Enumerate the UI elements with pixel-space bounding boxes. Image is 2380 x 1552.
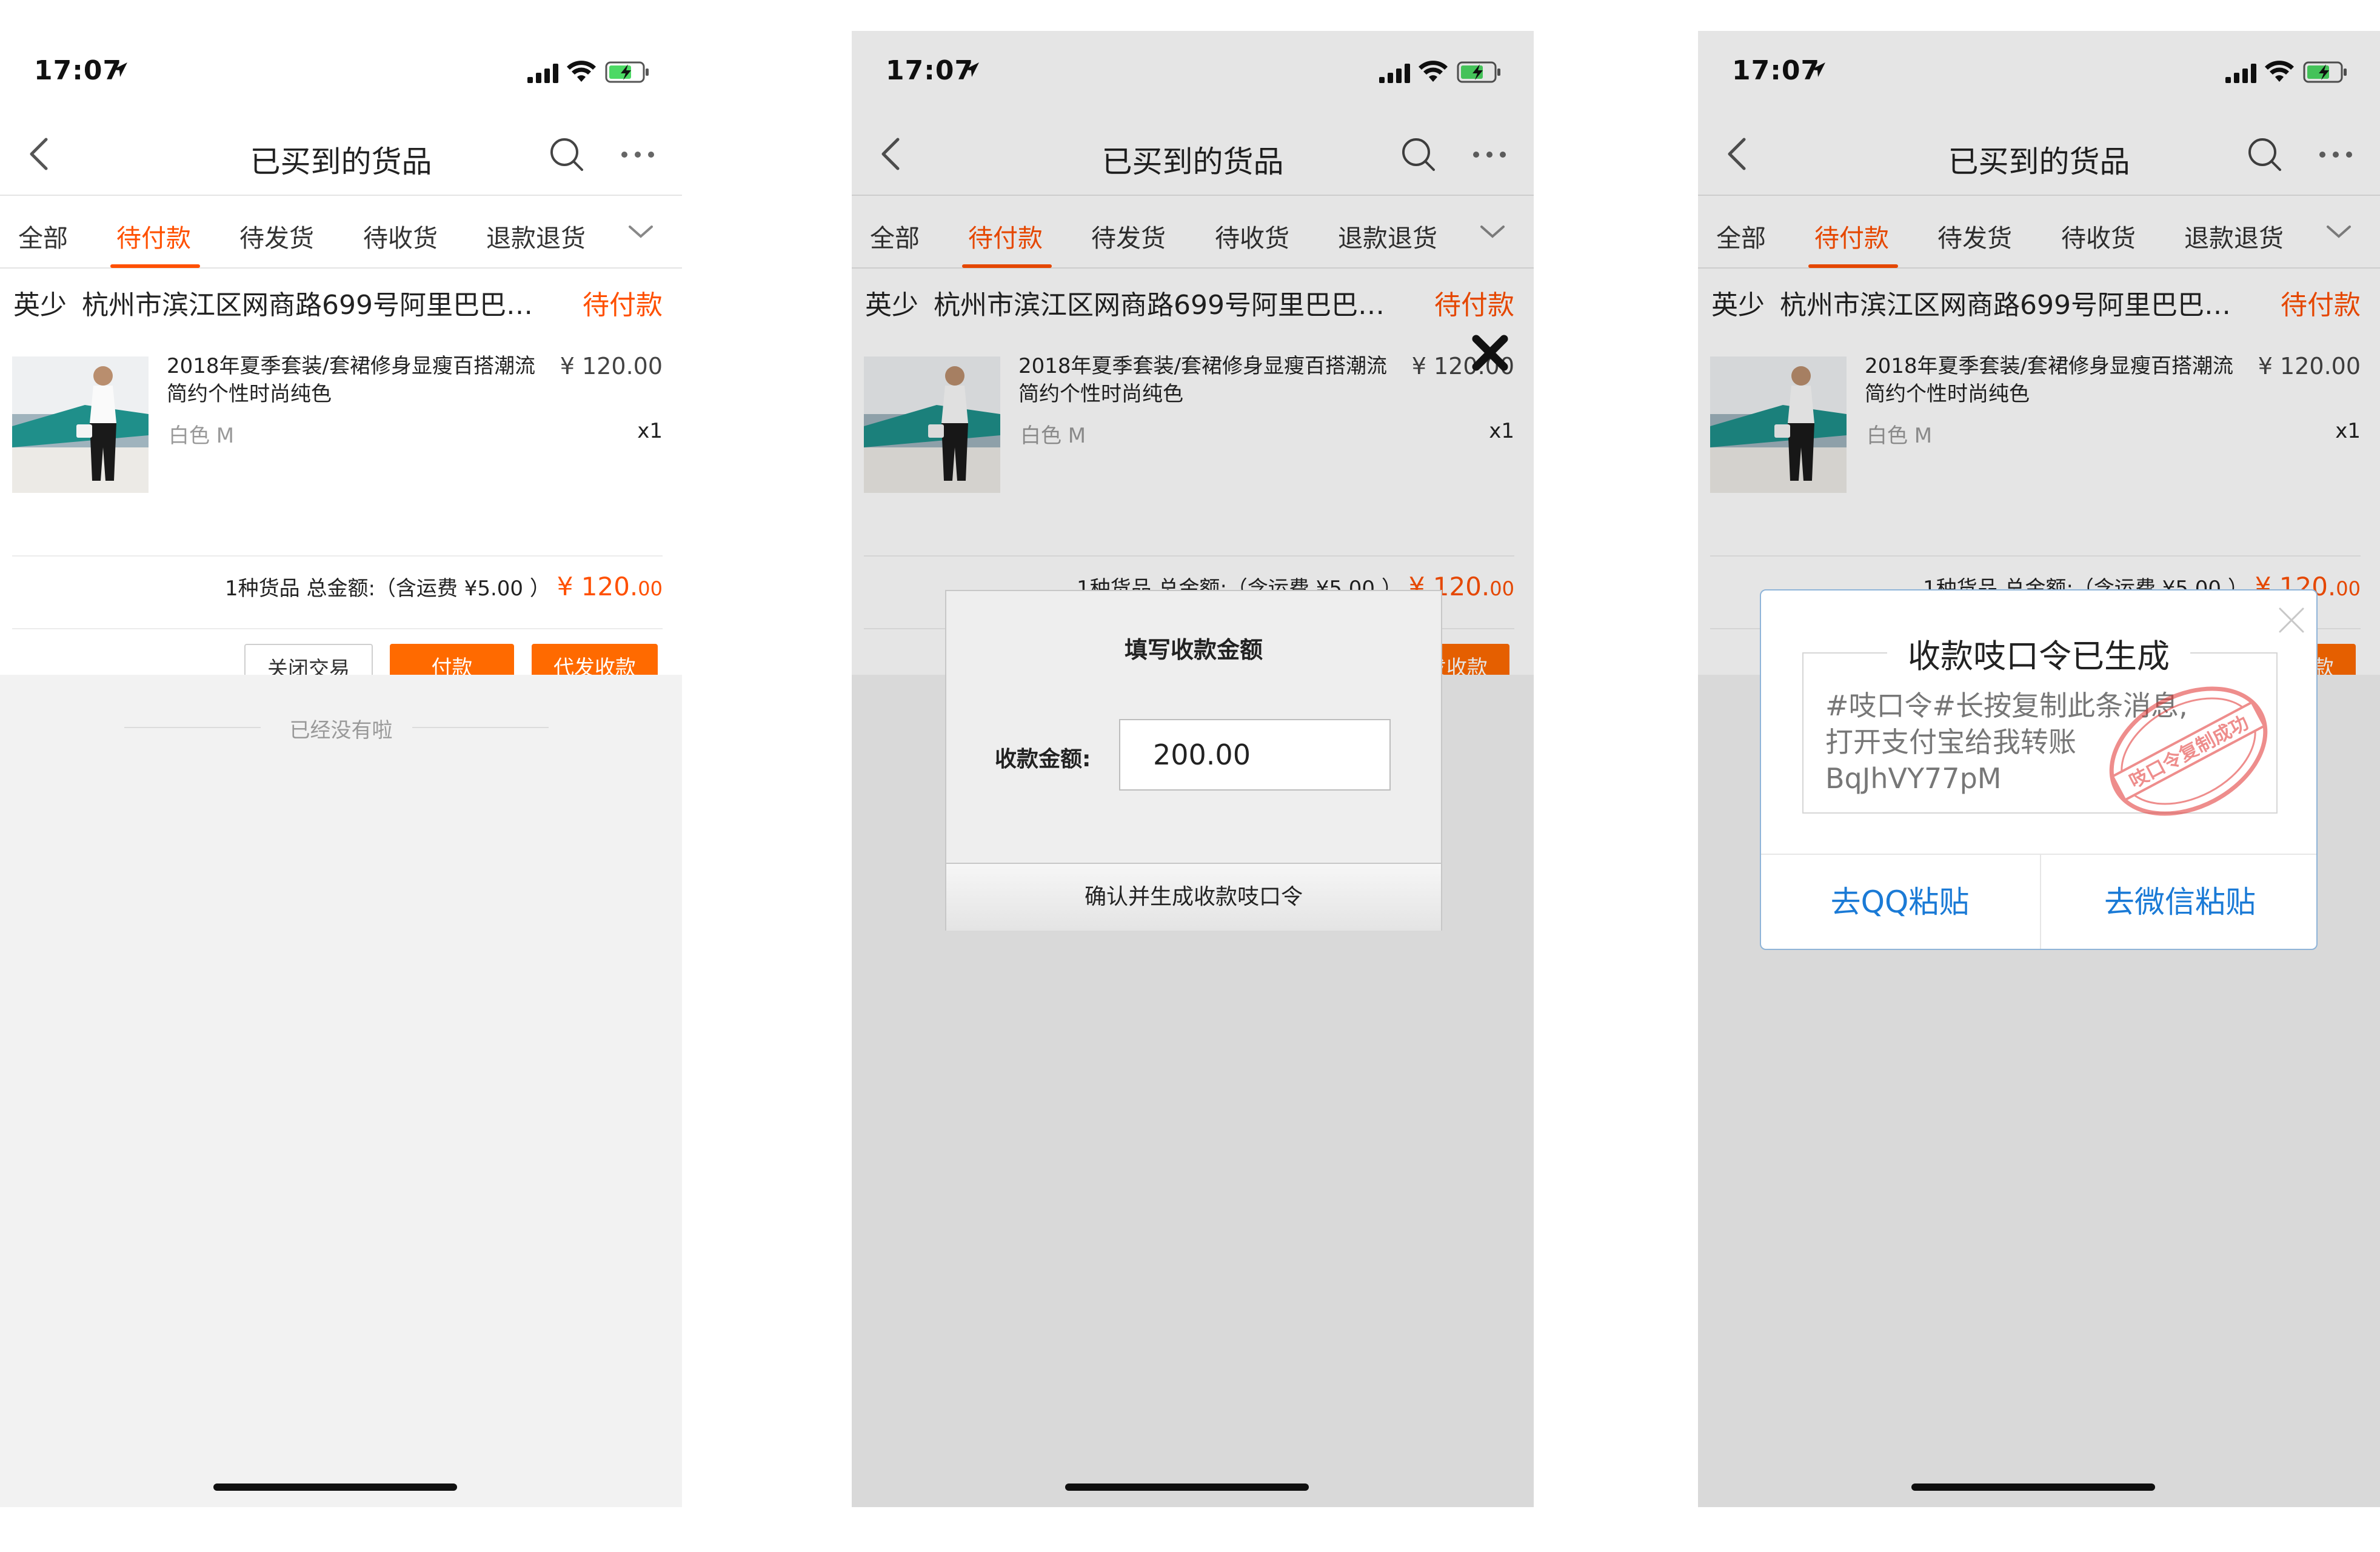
tab-pending-receipt[interactable]: 待收货 bbox=[363, 218, 438, 254]
total-cents: 00 bbox=[638, 577, 663, 600]
dialog-title: 填写收款金额 bbox=[1124, 637, 1263, 663]
order-card[interactable]: 英少 杭州市滨江区网商路699号阿里巴巴园区 待付款 2018年夏季套装/套裙修… bbox=[0, 269, 682, 692]
status-bar: 17:07 bbox=[0, 31, 682, 110]
product-price: ¥ 120.00 bbox=[560, 353, 663, 380]
amount-label: 收款金额: bbox=[995, 747, 1091, 772]
phone-screen-code-dialog: 17:07 已买到的货品 全部 待付款 待发货 待收货 退款退货 英少 杭州市滨… bbox=[1698, 31, 2380, 1507]
chevron-down-icon[interactable] bbox=[627, 223, 654, 240]
close-icon[interactable] bbox=[1471, 334, 1509, 372]
status-time: 17:07 bbox=[34, 55, 122, 86]
location-arrow-icon bbox=[113, 62, 127, 77]
end-of-list-text: 已经没有啦 bbox=[289, 718, 393, 743]
paste-to-qq-button[interactable]: 去QQ粘贴 bbox=[1761, 855, 2039, 949]
paste-to-wechat-button[interactable]: 去微信粘贴 bbox=[2041, 855, 2316, 949]
tab-active-indicator bbox=[110, 264, 200, 268]
tab-pending-shipment[interactable]: 待发货 bbox=[239, 218, 314, 254]
product-quantity: x1 bbox=[637, 419, 663, 443]
tab-pending-payment[interactable]: 待付款 bbox=[116, 218, 191, 254]
home-indicator[interactable] bbox=[213, 1483, 457, 1491]
amount-dialog: 填写收款金额 收款金额: 确认并生成收款吱口令 bbox=[945, 590, 1442, 931]
order-tabs: 全部 待付款 待发货 待收货 退款退货 bbox=[0, 196, 682, 269]
battery-charging-icon bbox=[605, 61, 649, 83]
buyer-name: 英少 bbox=[13, 290, 67, 321]
nav-bar: 已买到的货品 bbox=[0, 110, 682, 196]
product-sku: 白色 M bbox=[169, 424, 235, 448]
tab-refund[interactable]: 退款退货 bbox=[486, 218, 586, 254]
tab-all[interactable]: 全部 bbox=[18, 218, 68, 254]
total-amount: ¥ 120. bbox=[557, 572, 638, 601]
order-address: 杭州市滨江区网商路699号阿里巴巴园区 bbox=[82, 290, 546, 321]
dialog-title: 收款吱口令已生成 bbox=[1761, 629, 2316, 677]
divider bbox=[12, 555, 663, 557]
product-title[interactable]: 2018年夏季套装/套裙修身显瘦百搭潮流简约个性时尚纯色 bbox=[167, 352, 555, 408]
phone-screen-order-list: 17:07 已买到的货品 全部 待付款 待发货 待收货 退款退货 英少 杭州市滨… bbox=[0, 31, 682, 1507]
amount-input[interactable] bbox=[1119, 719, 1391, 791]
search-icon[interactable] bbox=[549, 136, 585, 173]
more-dots-icon[interactable] bbox=[620, 150, 655, 159]
copied-stamp-icon: 吱口令复制成功 bbox=[2109, 686, 2268, 816]
dialog-title-text: 收款吱口令已生成 bbox=[1887, 637, 2190, 675]
stamp-text: 吱口令复制成功 bbox=[2126, 712, 2253, 793]
cellular-signal-icon bbox=[527, 64, 558, 83]
summary-text: 1种货品 总金额:（含运费 ¥5.00 ） bbox=[225, 577, 550, 601]
order-status: 待付款 bbox=[583, 290, 663, 321]
product-thumbnail[interactable] bbox=[12, 356, 149, 493]
wifi-icon bbox=[567, 61, 596, 82]
order-summary: 1种货品 总金额:（含运费 ¥5.00 ） ¥ 120.00 bbox=[225, 572, 663, 601]
code-generated-dialog: 收款吱口令已生成 #吱口令#长按复制此条消息, 打开支付宝给我转账 BqJhVY… bbox=[1760, 589, 2318, 950]
confirm-generate-button[interactable]: 确认并生成收款吱口令 bbox=[946, 863, 1441, 931]
list-background bbox=[0, 675, 682, 1507]
phone-screen-amount-dialog: 17:07 已买到的货品 全部 待付款 待发货 待收货 退款退货 英少 杭州市滨… bbox=[852, 31, 1534, 1507]
divider bbox=[412, 727, 549, 728]
divider bbox=[12, 628, 663, 629]
